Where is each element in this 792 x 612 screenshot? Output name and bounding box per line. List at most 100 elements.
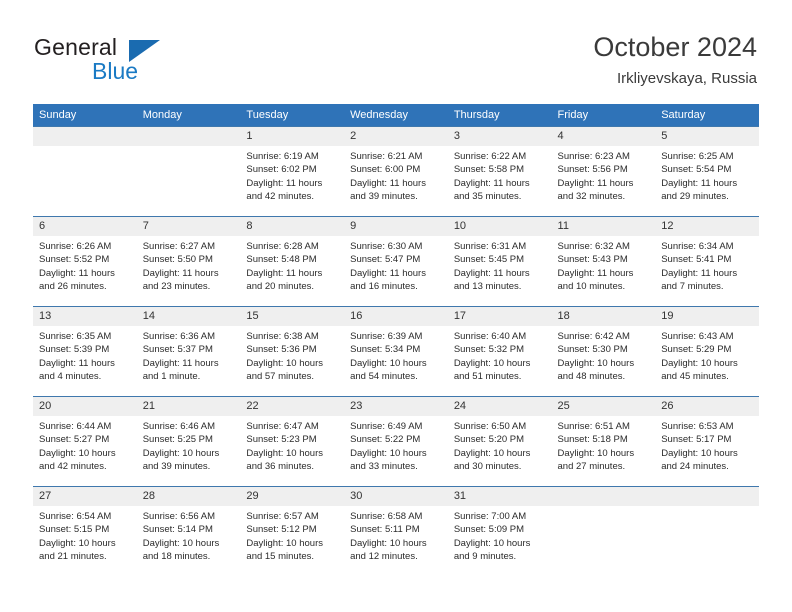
calendar-day-cell[interactable]: 13 Sunrise: 6:35 AM Sunset: 5:39 PM Dayligh…: [33, 306, 137, 397]
calendar-day-cell[interactable]: 23 Sunrise: 6:49 AM Sunset: 5:22 PM Dayligh…: [344, 396, 448, 487]
calendar-day-cell[interactable]: 2 Sunrise: 6:21 AM Sunset: 6:00 PM Daylight…: [344, 126, 448, 217]
calendar-day-cell[interactable]: 30 Sunrise: 6:58 AM Sunset: 5:11 PM Dayligh…: [344, 486, 448, 576]
sunset-text: Sunset: 5:50 PM: [142, 254, 213, 266]
daylight-text: and 57 minutes.: [246, 371, 315, 383]
day-details: [33, 146, 137, 150]
calendar-cell-empty: [136, 126, 241, 217]
day-details: [137, 146, 241, 150]
calendar-day-cell[interactable]: 9 Sunrise: 6:30 AM Sunset: 5:47 PM Daylight…: [344, 216, 448, 307]
daylight-text: and 21 minutes.: [39, 551, 107, 563]
sunset-text: Sunset: 5:27 PM: [39, 434, 110, 446]
daylight-text: and 36 minutes.: [246, 461, 315, 473]
day-number: 2: [344, 127, 448, 146]
day-details: Sunrise: 6:31 AM Sunset: 5:45 PM Daylight:…: [448, 236, 552, 294]
day-number: 14: [136, 307, 241, 326]
sunrise-text: Sunrise: 6:58 AM: [350, 511, 423, 522]
calendar-day-cell[interactable]: 6 Sunrise: 6:26 AM Sunset: 5:52 PM Daylight…: [33, 216, 137, 307]
day-details: Sunrise: 6:38 AM Sunset: 5:36 PM Daylight:…: [240, 326, 344, 384]
calendar-day-cell[interactable]: 1 Sunrise: 6:19 AM Sunset: 6:02 PM Daylight…: [240, 126, 345, 217]
calendar-day-cell[interactable]: 21 Sunrise: 6:46 AM Sunset: 5:25 PM Dayligh…: [136, 396, 241, 487]
sunset-text: Sunset: 6:00 PM: [350, 164, 421, 176]
calendar-day-cell[interactable]: 19 Sunrise: 6:43 AM Sunset: 5:29 PM Dayligh…: [655, 306, 759, 397]
daylight-text: Daylight: 10 hours: [661, 357, 738, 369]
calendar-day-cell[interactable]: 16 Sunrise: 6:39 AM Sunset: 5:34 PM Dayligh…: [344, 306, 448, 397]
page-header: General Blue October 2024 Irkliyevskaya,…: [0, 0, 792, 98]
daylight-text: Daylight: 10 hours: [142, 447, 220, 459]
day-details: Sunrise: 6:53 AM Sunset: 5:17 PM Daylight:…: [655, 416, 759, 474]
calendar-cell-empty: [551, 486, 656, 576]
daylight-text: and 9 minutes.: [453, 551, 517, 563]
calendar-day-cell[interactable]: 24 Sunrise: 6:50 AM Sunset: 5:20 PM Dayligh…: [447, 396, 552, 487]
calendar-day-cell[interactable]: 28 Sunrise: 6:56 AM Sunset: 5:14 PM Dayligh…: [136, 486, 241, 576]
day-number: 24: [447, 397, 552, 416]
weekday-header-sunday: Sunday: [33, 104, 137, 127]
daylight-text: Daylight: 10 hours: [557, 447, 635, 459]
sunset-text: Sunset: 5:37 PM: [142, 344, 213, 356]
day-number: 15: [240, 307, 345, 326]
daylight-text: Daylight: 11 hours: [142, 357, 219, 369]
day-details: Sunrise: 6:35 AM Sunset: 5:39 PM Daylight:…: [33, 326, 137, 384]
daylight-text: and 39 minutes.: [350, 191, 418, 203]
daylight-text: and 12 minutes.: [350, 551, 418, 563]
day-details: Sunrise: 6:28 AM Sunset: 5:48 PM Daylight:…: [240, 236, 344, 294]
weekday-header-wednesday: Wednesday: [344, 104, 448, 127]
daylight-text: and 13 minutes.: [453, 281, 522, 293]
day-number: 23: [344, 397, 448, 416]
calendar-day-cell[interactable]: 7 Sunrise: 6:27 AM Sunset: 5:50 PM Daylight…: [136, 216, 241, 307]
daylight-text: and 1 minute.: [142, 371, 201, 383]
daylight-text: and 30 minutes.: [453, 461, 522, 473]
sunset-text: Sunset: 5:39 PM: [39, 344, 110, 356]
daylight-text: and 27 minutes.: [557, 461, 626, 473]
daylight-text: and 10 minutes.: [557, 281, 626, 293]
calendar-day-cell[interactable]: 11 Sunrise: 6:32 AM Sunset: 5:43 PM Dayligh…: [551, 216, 656, 307]
daylight-text: Daylight: 11 hours: [557, 177, 634, 189]
calendar-day-cell[interactable]: 10 Sunrise: 6:31 AM Sunset: 5:45 PM Dayligh…: [447, 216, 552, 307]
daylight-text: Daylight: 10 hours: [39, 537, 116, 549]
daylight-text: and 23 minutes.: [142, 281, 211, 293]
calendar-day-cell[interactable]: 20 Sunrise: 6:44 AM Sunset: 5:27 PM Dayligh…: [33, 396, 137, 487]
sunrise-text: Sunrise: 6:39 AM: [350, 331, 423, 342]
calendar-day-cell[interactable]: 26 Sunrise: 6:53 AM Sunset: 5:17 PM Dayligh…: [655, 396, 759, 487]
calendar-day-cell[interactable]: 12 Sunrise: 6:34 AM Sunset: 5:41 PM Dayligh…: [655, 216, 759, 307]
day-number: 16: [344, 307, 448, 326]
calendar-day-cell[interactable]: 5 Sunrise: 6:25 AM Sunset: 5:54 PM Daylight…: [655, 126, 759, 217]
calendar-table: Sunday Monday Tuesday Wednesday Thursday…: [33, 104, 759, 576]
day-details: Sunrise: 6:34 AM Sunset: 5:41 PM Daylight:…: [655, 236, 759, 294]
general-blue-logo[interactable]: General Blue: [34, 34, 214, 88]
day-details: Sunrise: 6:32 AM Sunset: 5:43 PM Daylight:…: [552, 236, 656, 294]
calendar-day-cell[interactable]: 29 Sunrise: 6:57 AM Sunset: 5:12 PM Dayligh…: [240, 486, 345, 576]
sunrise-text: Sunrise: 6:47 AM: [246, 421, 319, 432]
daylight-text: and 16 minutes.: [350, 281, 418, 293]
calendar-day-cell[interactable]: 8 Sunrise: 6:28 AM Sunset: 5:48 PM Daylight…: [240, 216, 345, 307]
sunset-text: Sunset: 5:14 PM: [142, 524, 213, 536]
day-details: Sunrise: 6:22 AM Sunset: 5:58 PM Daylight:…: [448, 146, 552, 204]
daylight-text: Daylight: 11 hours: [661, 177, 738, 189]
daylight-text: and 18 minutes.: [142, 551, 211, 563]
day-number: 28: [136, 487, 241, 506]
calendar-day-cell[interactable]: 25 Sunrise: 6:51 AM Sunset: 5:18 PM Dayligh…: [551, 396, 656, 487]
daylight-text: Daylight: 10 hours: [350, 537, 427, 549]
day-details: Sunrise: 6:57 AM Sunset: 5:12 PM Daylight:…: [240, 506, 344, 564]
daylight-text: and 39 minutes.: [142, 461, 211, 473]
sunset-text: Sunset: 5:56 PM: [557, 164, 628, 176]
day-number: 21: [136, 397, 241, 416]
daylight-text: Daylight: 10 hours: [453, 357, 531, 369]
sunrise-text: Sunrise: 6:49 AM: [350, 421, 423, 432]
page-title: October 2024: [593, 32, 757, 62]
calendar-day-cell[interactable]: 15 Sunrise: 6:38 AM Sunset: 5:36 PM Dayligh…: [240, 306, 345, 397]
calendar-day-cell[interactable]: 22 Sunrise: 6:47 AM Sunset: 5:23 PM Dayligh…: [240, 396, 345, 487]
day-details: Sunrise: 6:50 AM Sunset: 5:20 PM Daylight:…: [448, 416, 552, 474]
calendar-day-cell[interactable]: 14 Sunrise: 6:36 AM Sunset: 5:37 PM Dayligh…: [136, 306, 241, 397]
logo-text-blue: Blue: [92, 58, 139, 84]
calendar-header-row: Sunday Monday Tuesday Wednesday Thursday…: [33, 104, 759, 127]
daylight-text: and 35 minutes.: [453, 191, 522, 203]
calendar-day-cell[interactable]: 27 Sunrise: 6:54 AM Sunset: 5:15 PM Dayligh…: [33, 486, 137, 576]
calendar-day-cell[interactable]: 4 Sunrise: 6:23 AM Sunset: 5:56 PM Daylight…: [551, 126, 656, 217]
calendar-day-cell[interactable]: 31 Sunrise: 7:00 AM Sunset: 5:09 PM Dayligh…: [447, 486, 552, 576]
calendar-day-cell[interactable]: 18 Sunrise: 6:42 AM Sunset: 5:30 PM Dayligh…: [551, 306, 656, 397]
page-subtitle: Irkliyevskaya, Russia: [616, 70, 757, 87]
calendar-day-cell[interactable]: 17 Sunrise: 6:40 AM Sunset: 5:32 PM Dayligh…: [447, 306, 552, 397]
sunrise-text: Sunrise: 6:44 AM: [39, 421, 112, 432]
sunset-text: Sunset: 5:20 PM: [453, 434, 525, 446]
calendar-day-cell[interactable]: 3 Sunrise: 6:22 AM Sunset: 5:58 PM Daylight…: [447, 126, 552, 217]
